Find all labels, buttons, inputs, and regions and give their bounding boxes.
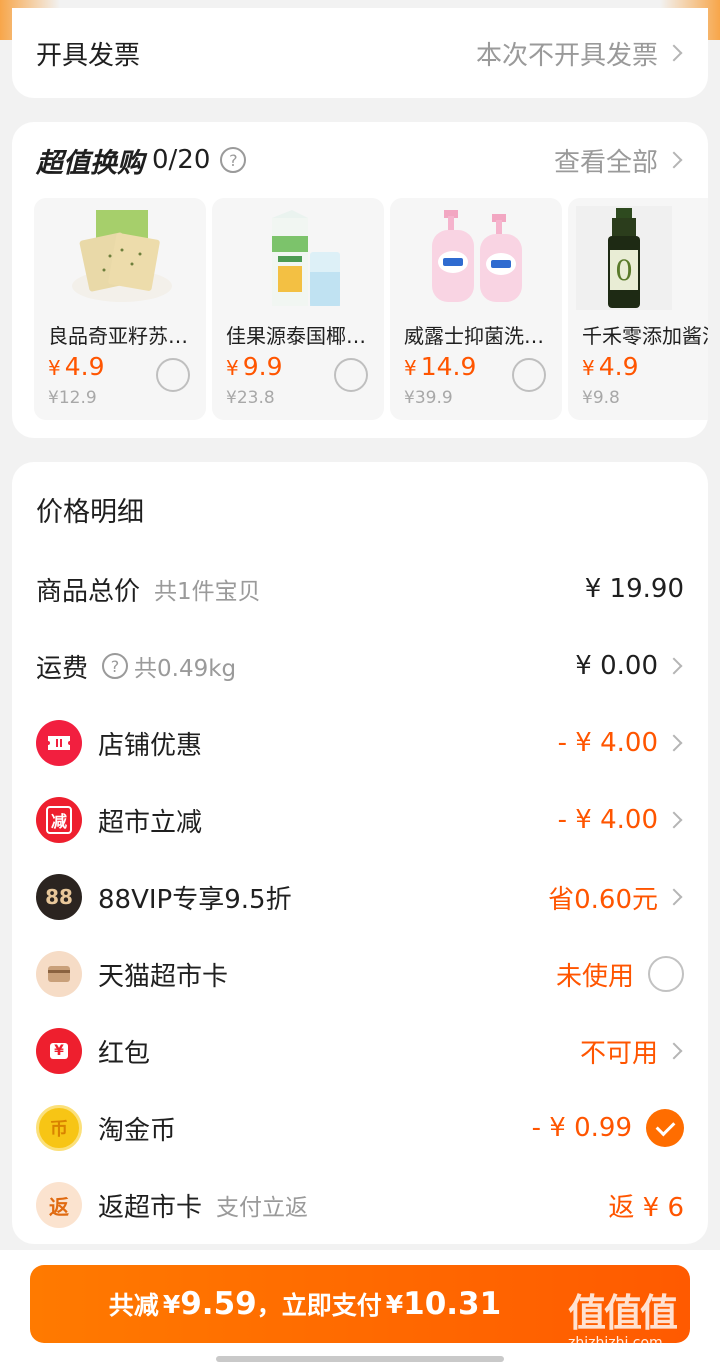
price-row-total: 商品总价 共1件宝贝 ¥ 19.90 [36, 559, 684, 619]
chevron-right-icon [665, 657, 683, 675]
price-row-instant-discount[interactable]: 减 超市立减 - ¥ 4.00 [36, 790, 684, 850]
swap-title: 超值换购 [36, 147, 144, 179]
swap-product-list[interactable]: 良品奇亚籽苏打饼干 ¥4.9 ¥12.9 佳果源泰国椰子水 ¥9.9 ¥23.8 [34, 198, 708, 422]
swap-header: 超值换购 0/20 ? 查看全部 [12, 122, 708, 198]
red-packet-icon: ¥ [36, 1028, 82, 1074]
pay-amount: 10.31 [403, 1286, 502, 1322]
row-value: - ¥ 4.00 [557, 728, 658, 758]
swap-product-card[interactable]: 威露士抑菌洗手液 ¥14.9 ¥39.9 [390, 198, 562, 420]
pay-saved-prefix: 共减 [108, 1291, 159, 1320]
row-value: 省0.60元 [548, 884, 658, 915]
invoice-value: 本次不开具发票 [475, 40, 658, 71]
invoice-row[interactable]: 开具发票 本次不开具发票 [12, 8, 708, 98]
chevron-right-icon [665, 151, 683, 169]
product-select-radio[interactable] [512, 358, 546, 392]
shop-coupon-icon [36, 720, 82, 766]
soy-sauce-bottle-image: 0 [576, 206, 672, 310]
product-name: 佳果源泰国椰子水 [226, 324, 382, 348]
taojinbi-coin-icon: 币 [36, 1105, 82, 1151]
view-all-link[interactable]: 查看全部 [554, 142, 684, 179]
product-price: ¥4.9 [48, 352, 105, 381]
instant-discount-icon: 减 [36, 797, 82, 843]
svg-text:0: 0 [615, 254, 633, 287]
row-label: 店铺优惠 [98, 730, 203, 761]
product-original-price: ¥9.8 [582, 388, 620, 408]
price-row-shipping[interactable]: 运费 ? 共0.49kg ¥ 0.00 [36, 636, 684, 696]
88vip-icon: 88 [36, 874, 82, 920]
rebate-icon: 返 [36, 1182, 82, 1228]
watermark-logo: 值值值 zhizhizhi.com [568, 1291, 678, 1351]
invoice-label: 开具发票 [36, 40, 141, 71]
pay-amount-currency: ¥ [385, 1289, 404, 1319]
swap-product-card[interactable]: 佳果源泰国椰子水 ¥9.9 ¥23.8 [212, 198, 384, 420]
product-name: 良品奇亚籽苏打饼干 [48, 324, 204, 348]
pay-saved-currency: ¥ [162, 1289, 181, 1319]
product-select-radio[interactable] [334, 358, 368, 392]
chevron-right-icon [665, 734, 683, 752]
row-sub: 共0.49kg [134, 656, 237, 682]
invoice-card: 开具发票 本次不开具发票 [12, 8, 708, 98]
chevron-right-icon [665, 44, 683, 62]
price-row-taojinbi[interactable]: 币 淘金币 - ¥ 0.99 [36, 1098, 684, 1158]
swap-product-card[interactable]: 0 千禾零添加酱油 ¥4.9 ¥9.8 [568, 198, 708, 420]
tmall-card-radio[interactable] [648, 956, 684, 992]
hand-soap-bottles-image [432, 210, 522, 302]
product-price: ¥14.9 [404, 352, 477, 381]
row-value: - ¥ 0.99 [531, 1113, 632, 1143]
pay-saved-amount: 9.59 [180, 1286, 257, 1322]
product-original-price: ¥39.9 [404, 388, 453, 408]
price-row-shop-coupon[interactable]: 店铺优惠 - ¥ 4.00 [36, 713, 684, 773]
product-name: 威露士抑菌洗手液 [404, 324, 560, 348]
price-row-tmall-card[interactable]: 天猫超市卡 未使用 [36, 944, 684, 1004]
swap-deals-card: 超值换购 0/20 ? 查看全部 良品奇亚籽苏打饼干 ¥4.9 ¥12.9 [12, 122, 708, 438]
chevron-right-icon [665, 888, 683, 906]
row-sub: 支付立返 [216, 1195, 309, 1221]
row-sub: 共1件宝贝 [154, 579, 261, 605]
row-label: 淘金币 [98, 1115, 177, 1146]
price-detail-card: 价格明细 商品总价 共1件宝贝 ¥ 19.90 运费 ? 共0.49kg ¥ 0… [12, 462, 708, 1244]
product-original-price: ¥23.8 [226, 388, 275, 408]
row-label: 超市立减 [98, 807, 203, 838]
row-label: 商品总价 [36, 576, 141, 607]
product-price: ¥9.9 [226, 352, 283, 381]
row-value: - ¥ 4.00 [557, 805, 658, 835]
price-row-rebate: 返 返超市卡 支付立返 返 ¥ 6 [36, 1175, 684, 1235]
question-circle-icon[interactable]: ? [220, 147, 247, 173]
price-row-88vip[interactable]: 88 88VIP专享9.5折 省0.60元 [36, 867, 684, 927]
product-name: 千禾零添加酱油 [582, 324, 708, 348]
home-indicator [216, 1356, 504, 1362]
row-value: ¥ 0.00 [575, 651, 658, 681]
view-all-label: 查看全部 [553, 147, 658, 178]
taojinbi-checkbox[interactable] [646, 1109, 684, 1147]
cracker-pack-image [72, 210, 172, 302]
product-price: ¥4.9 [582, 352, 639, 381]
price-row-red-packet[interactable]: ¥ 红包 不可用 [36, 1021, 684, 1081]
tmall-card-icon [36, 951, 82, 997]
coconut-water-carton-image [272, 210, 340, 306]
row-value: 返 ¥ 6 [608, 1192, 684, 1223]
pay-middle-text: ，立即支付 [256, 1291, 382, 1320]
row-label: 运费 [36, 653, 89, 684]
question-circle-icon[interactable]: ? [102, 653, 129, 679]
chevron-right-icon [665, 1042, 683, 1060]
price-detail-title: 价格明细 [36, 497, 144, 528]
row-value: 不可用 [579, 1038, 658, 1069]
swap-count: 0/20 [152, 145, 211, 175]
product-select-radio[interactable] [156, 358, 190, 392]
row-label: 红包 [98, 1038, 151, 1069]
swap-product-card[interactable]: 良品奇亚籽苏打饼干 ¥4.9 ¥12.9 [34, 198, 206, 420]
row-value: 未使用 [555, 961, 634, 992]
chevron-right-icon [665, 811, 683, 829]
row-label: 天猫超市卡 [98, 961, 229, 992]
product-original-price: ¥12.9 [48, 388, 97, 408]
row-label: 返超市卡 [98, 1192, 203, 1223]
row-label: 88VIP专享9.5折 [98, 884, 292, 915]
row-value: ¥ 19.90 [584, 574, 684, 604]
